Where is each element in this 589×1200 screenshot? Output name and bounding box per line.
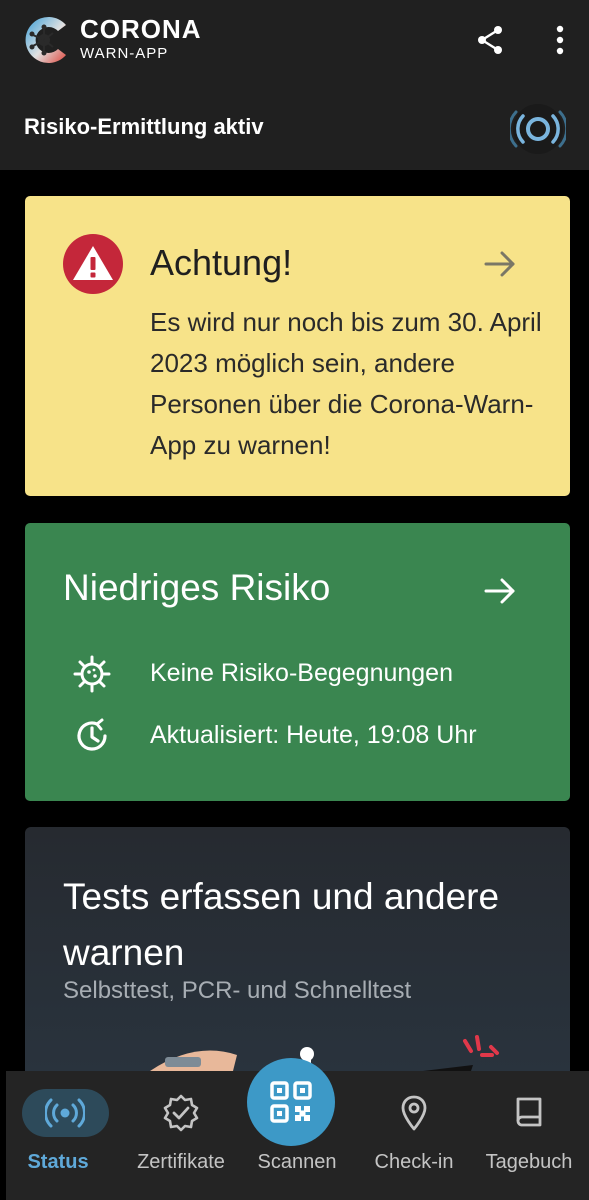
app-wordmark: CORONA WARN-APP: [80, 16, 202, 61]
nav-label-scan: Scannen: [257, 1151, 337, 1173]
nav-label-diary: Tagebuch: [485, 1151, 573, 1173]
book-icon: [516, 1097, 542, 1127]
tests-card-title: Tests erfassen und andere warnen: [63, 876, 500, 973]
location-pin-icon: [401, 1095, 427, 1131]
warning-triangle-icon: [63, 234, 123, 294]
nav-label-status: Status: [27, 1151, 89, 1173]
warning-title: Achtung!: [150, 242, 293, 283]
wordmark-line-1: CORONA: [80, 14, 202, 44]
tests-card-subtitle: Selbsttest, PCR- und Schnelltest: [63, 977, 412, 1004]
qr-code-icon: [270, 1081, 312, 1123]
warning-card[interactable]: Achtung! Es wird nur noch bis zum 30. Ap…: [25, 196, 570, 496]
arrow-right-icon: [484, 578, 515, 604]
tracing-icon: [45, 1098, 85, 1128]
risk-status-card[interactable]: Niedriges Risiko Keine Risiko-Begegnunge…: [25, 523, 570, 801]
risk-tracing-status: Risiko-Ermittlung aktiv: [24, 114, 264, 139]
nav-tab-certificates[interactable]: Zertifikate: [126, 1071, 236, 1200]
nav-tab-checkin[interactable]: Check-in: [359, 1071, 469, 1200]
nav-tab-status[interactable]: Status: [22, 1071, 132, 1200]
risk-level-title: Niedriges Risiko: [63, 567, 331, 608]
app-bar: CORONA WARN-APP Risiko-Ermittlung aktiv: [0, 0, 589, 170]
nav-label-checkin: Check-in: [374, 1151, 454, 1173]
last-update-text: Aktualisiert: Heute, 19:08 Uhr: [150, 721, 477, 749]
nav-label-certificates: Zertifikate: [137, 1151, 225, 1173]
tracing-active-icon[interactable]: [510, 102, 566, 156]
wordmark-line-2: WARN-APP: [80, 45, 169, 62]
more-options-icon[interactable]: [546, 22, 574, 58]
virus-icon: [73, 655, 111, 693]
clock-refresh-icon: [77, 718, 107, 751]
scan-button[interactable]: [247, 1058, 335, 1146]
share-icon[interactable]: [474, 24, 506, 56]
arrow-right-icon: [484, 251, 515, 277]
corona-warn-app-logo-icon: [25, 17, 67, 63]
risk-encounters-text: Keine Risiko-Begegnungen: [150, 659, 453, 687]
warning-message: Es wird nur noch bis zum 30. April 2023 …: [150, 307, 542, 460]
nav-tab-diary[interactable]: Tagebuch: [474, 1071, 584, 1200]
certificate-badge-icon: [163, 1094, 199, 1132]
